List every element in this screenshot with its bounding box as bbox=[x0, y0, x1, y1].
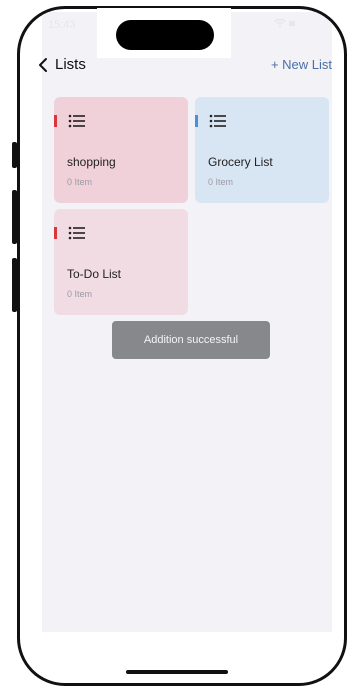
status-icons bbox=[272, 18, 296, 31]
card-accent bbox=[54, 227, 57, 239]
card-accent bbox=[54, 115, 57, 127]
list-icon bbox=[68, 114, 85, 128]
list-icon bbox=[209, 114, 226, 128]
list-icon bbox=[68, 226, 85, 240]
list-card-shopping[interactable]: shopping 0 Item bbox=[54, 97, 188, 203]
list-card-name: Grocery List bbox=[208, 155, 273, 169]
status-time: 15:43 bbox=[48, 19, 76, 31]
page-title: Lists bbox=[55, 56, 86, 73]
home-indicator[interactable] bbox=[126, 670, 228, 674]
list-card-count: 0 Item bbox=[67, 289, 93, 299]
card-accent bbox=[195, 115, 198, 127]
header: Lists + New List bbox=[37, 54, 332, 78]
toast-message: Addition successful bbox=[112, 321, 270, 359]
list-card-name: shopping bbox=[67, 155, 116, 169]
list-card-todo[interactable]: To-Do List 0 Item bbox=[54, 209, 188, 315]
dynamic-island bbox=[116, 20, 214, 50]
wifi-icon bbox=[273, 18, 295, 28]
list-card-count: 0 Item bbox=[67, 177, 93, 187]
list-card-name: To-Do List bbox=[67, 267, 122, 281]
new-list-button[interactable]: + New List bbox=[271, 57, 332, 72]
chevron-left-icon[interactable] bbox=[37, 56, 51, 74]
list-card-count: 0 Item bbox=[208, 177, 234, 187]
list-card-grocery[interactable]: Grocery List 0 Item bbox=[195, 97, 329, 203]
